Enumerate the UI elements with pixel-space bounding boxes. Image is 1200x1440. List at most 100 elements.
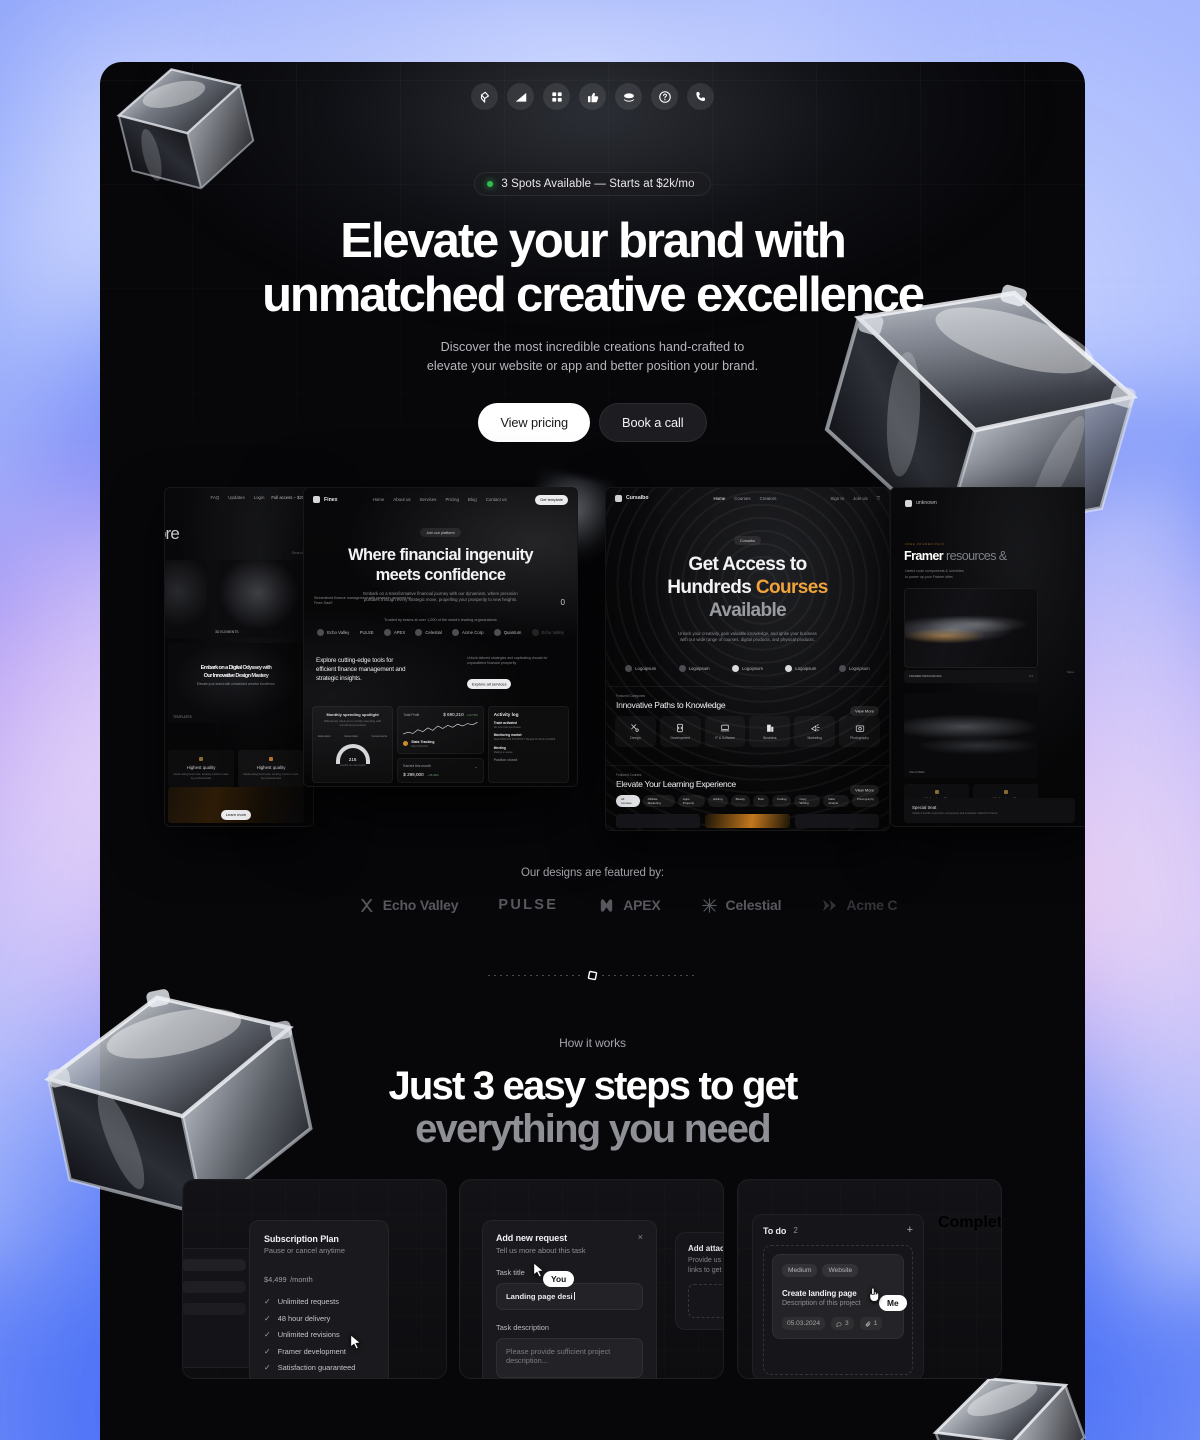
card3-signin-link[interactable]: Sign In: [830, 496, 844, 501]
card3-filter-3[interactable]: Editing: [708, 794, 728, 807]
nav-cube-icon[interactable]: [471, 83, 498, 110]
card2-heading-line-2: meets confidence: [375, 565, 506, 584]
asterisk-icon: [701, 898, 717, 913]
card2-widget2-label: Total Profit: [403, 712, 420, 717]
card3-filter-0[interactable]: All courses: [616, 794, 640, 807]
subscription-plan-panel[interactable]: Subscription Plan Pause or cancel anytim…: [249, 1220, 389, 1378]
task-tag-priority: Medium: [782, 1264, 818, 1277]
showcase-card-1[interactable]: FAQ Updates Login Full access – $20 ore …: [164, 486, 314, 827]
card2-widget2-value: $ 690,210: [443, 711, 464, 717]
card4-bottom-title: Special treat: [912, 804, 937, 810]
nav-thumbs-up-icon[interactable]: [579, 83, 606, 110]
card3-category-design[interactable]: Design: [615, 715, 656, 747]
card1-bottom-banner: Learn more: [168, 786, 304, 823]
check-icon: ✓: [264, 1363, 271, 1372]
card2-trusted-logo-5: Quantum: [493, 628, 521, 636]
nav-phone-icon[interactable]: [687, 83, 714, 110]
hero-subtitle-line-2: elevate your website or app and better p…: [426, 359, 759, 374]
card3-section1-heading: Innovative Paths to Knowledge: [616, 699, 726, 710]
card2-scroll-indicator: 0: [560, 597, 565, 607]
kanban-task-card[interactable]: Medium Website Create landing page Descr…: [772, 1254, 904, 1339]
card3-section1-viewmore-button[interactable]: View More: [850, 706, 879, 717]
card3-category-marketing[interactable]: Marketing: [794, 715, 836, 747]
card3-section2-viewmore-button[interactable]: View More: [850, 785, 879, 796]
card3-filter-4[interactable]: Beauty: [730, 794, 750, 807]
card3-filter-6[interactable]: Coding: [771, 794, 792, 807]
finex-logo-icon: [313, 496, 320, 504]
card3-filter-9[interactable]: Photography: [851, 794, 879, 807]
showcase-card-3-cursalbo[interactable]: Cursalbo Home Courses Creators Sign In J…: [605, 486, 890, 831]
completed-column-title: Completed: [938, 1214, 1002, 1231]
logo-acme: Acme C: [821, 897, 897, 914]
add-attachments-panel[interactable]: Add attachments Provide us with files or…: [675, 1232, 723, 1331]
card3-joinus-link[interactable]: Join Us: [853, 496, 868, 501]
card1-feature-2-text: Hand-using best tools, looking custom-ma…: [243, 771, 299, 780]
card1-heading: ore: [165, 523, 180, 543]
task-title-input[interactable]: Landing page desi: [496, 1283, 643, 1310]
plan-feature-3: ✓ Framer development: [264, 1346, 346, 1356]
card4-tile-label: FRAMER RESOURCES: [909, 674, 942, 679]
attach-dropzone[interactable]: [688, 1284, 723, 1319]
card3-filter-1[interactable]: Affiliate Marketing: [642, 794, 675, 807]
close-icon[interactable]: ×: [638, 1233, 643, 1242]
card3-category-it-software[interactable]: IT & Software: [704, 715, 746, 747]
book-a-call-button[interactable]: Book a call: [599, 402, 707, 442]
card4-sub-line-1: Useful code components & overrides: [905, 568, 964, 573]
plan-features: ✓ Unlimited requests ✓ 48 hour delivery ✓ U…: [264, 1297, 374, 1372]
card2-widget1-gauge: 216: [335, 743, 370, 764]
card2-activity-item-3: Position closed: [493, 758, 518, 763]
card2-link-2: Services: [419, 497, 437, 503]
card3-filter-8[interactable]: Data Analyst: [823, 794, 849, 807]
card2-widget-profit: Total Profit $ 690,210 +13.75% Stats Tra…: [397, 705, 484, 754]
card3-heading-line-1: Get Access to: [688, 553, 807, 575]
page-title: Elevate your brand with unmatched creati…: [100, 214, 1085, 323]
camera-icon: [855, 725, 864, 732]
card2-widget1-legend-0: Education: [318, 733, 331, 738]
task-attachment-count: 1: [859, 1317, 883, 1330]
kanban-column-todo: To do 2 + Medium Website Create landing …: [752, 1214, 924, 1378]
nav-question-circle-icon[interactable]: [651, 83, 678, 110]
task-description-input[interactable]: Please provide sufficient project descri…: [496, 1338, 643, 1378]
card3-filter-5[interactable]: Bulu: [752, 794, 769, 807]
task-date: 05.03.2024: [782, 1317, 826, 1330]
card2-trusted-label: Trusted by teams at over 1,000 of the wo…: [384, 617, 497, 622]
card3-category-development[interactable]: Development: [659, 715, 701, 747]
card3-heading-line-2: Hundreds Courses: [667, 576, 828, 598]
card3-filter-7[interactable]: Copy Writing: [794, 794, 821, 807]
card3-category-photography[interactable]: Photography: [839, 715, 880, 747]
card1-feature-1-text: Hand-using best tools, looking custom-ma…: [173, 771, 229, 780]
card2-brand: Finex: [313, 496, 338, 504]
card4-eyebrow: FREE FRAMER PACK: [905, 541, 945, 546]
task-comment-count: 3: [831, 1317, 854, 1330]
nav-chart-bars-icon[interactable]: [507, 83, 534, 110]
add-new-request-panel[interactable]: Add new request × Tell us more about thi…: [482, 1220, 657, 1378]
card3-section2-heading: Elevate Your Learning Experience: [616, 778, 736, 789]
view-pricing-button[interactable]: View pricing: [478, 402, 591, 442]
add-task-button[interactable]: +: [907, 1225, 913, 1236]
card2-section-heading-3: strategic insights.: [316, 675, 362, 683]
badge-label: 3 Spots Available — Starts at $2k/mo: [501, 178, 695, 190]
plan-price: $4,499 /month: [264, 1275, 313, 1284]
logo-celestial: Celestial: [701, 897, 782, 914]
card3-logo-4: Logoipsum: [838, 664, 870, 672]
check-icon: ✓: [264, 1346, 271, 1356]
logo-echo-valley: Echo Valley: [358, 897, 459, 914]
card2-get-template-button[interactable]: Get template: [535, 494, 568, 505]
card3-cart-icon[interactable]: ⛉: [877, 496, 880, 501]
showcase-card-4-framer[interactable]: unknown FREE FRAMER PACK Framer resource…: [890, 486, 1085, 827]
nav-layers-icon[interactable]: [615, 83, 642, 110]
card4-heading: Framer resources &: [904, 548, 1007, 563]
todo-dropzone[interactable]: Medium Website Create landing page Descr…: [763, 1245, 913, 1375]
featured-by-section: Our designs are featured by: Echo Valley…: [100, 867, 1085, 914]
card3-category-business[interactable]: Business: [749, 715, 791, 747]
card3-filter-2[interactable]: Apps Property: [677, 794, 706, 807]
hero-section: 3 Spots Available — Starts at $2k/mo Ele…: [100, 110, 1085, 442]
card2-explore-services-button[interactable]: Explore all services: [467, 679, 512, 690]
card4-bottom-text: Unlock a bundle of premium components an…: [912, 811, 998, 815]
card1-feature-1-title: Highest quality: [186, 764, 216, 770]
card3-paragraph-line-2: with our wide range of courses, digital …: [680, 637, 815, 643]
showcase-card-2-finex[interactable]: Finex Home About us Services Pricing Blo…: [303, 486, 578, 787]
card2-trusted-logo-2: APEX: [383, 628, 405, 636]
nav-grid-icon[interactable]: [543, 83, 570, 110]
card4-tile-more[interactable]: More: [1067, 670, 1074, 674]
